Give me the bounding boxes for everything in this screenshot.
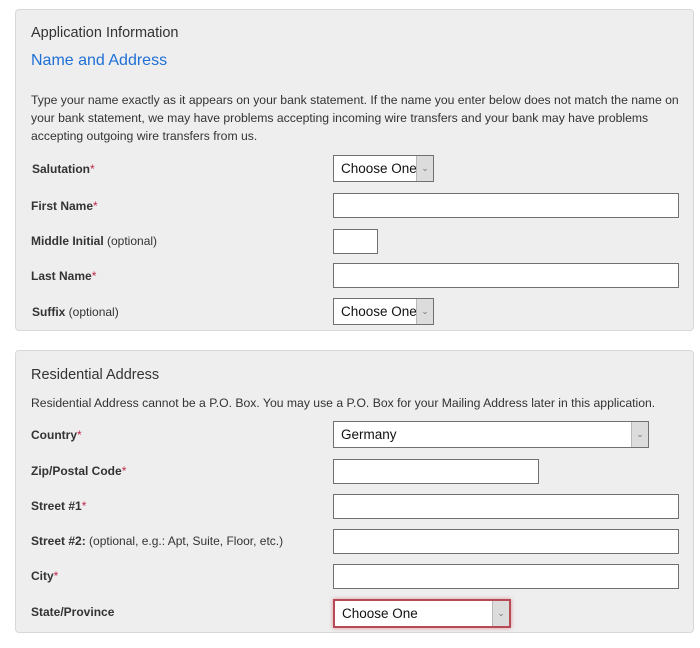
residential-address-panel: Residential Address Residential Address … (15, 350, 694, 633)
name-and-address-heading: Name and Address (31, 52, 168, 69)
state-value: Choose One (342, 606, 418, 621)
section-heading: Application Information (31, 25, 179, 41)
chevron-down-icon[interactable]: ⌄ (631, 422, 648, 447)
suffix-value: Choose One (341, 304, 417, 319)
zip-label: Zip/Postal Code* (31, 464, 127, 478)
middle-initial-input[interactable] (333, 229, 378, 254)
middle-initial-label: Middle Initial (optional) (31, 234, 158, 248)
state-select[interactable]: Choose One ⌄ (333, 599, 511, 628)
salutation-label: Salutation* (32, 162, 95, 176)
country-select[interactable]: Germany ⌄ (333, 421, 649, 448)
first-name-input[interactable] (333, 193, 679, 218)
city-label: City* (31, 569, 59, 583)
state-label: State/Province (31, 605, 115, 619)
suffix-label: Suffix (optional) (32, 305, 119, 319)
chevron-down-icon[interactable]: ⌄ (416, 299, 433, 324)
salutation-select[interactable]: Choose One ⌄ (333, 155, 434, 182)
street2-input[interactable] (333, 529, 679, 554)
last-name-input[interactable] (333, 263, 679, 288)
street1-input[interactable] (333, 494, 679, 519)
chevron-down-icon[interactable]: ⌄ (492, 601, 509, 626)
residential-address-heading: Residential Address (31, 367, 160, 383)
first-name-label: First Name* (31, 199, 98, 213)
application-information-panel: Application Information Name and Address… (15, 9, 694, 331)
instructions-text: Type your name exactly as it appears on … (31, 93, 679, 143)
chevron-down-icon[interactable]: ⌄ (416, 156, 433, 181)
po-box-note: Residential Address cannot be a P.O. Box… (31, 396, 656, 410)
zip-input[interactable] (333, 459, 539, 484)
city-input[interactable] (333, 564, 679, 589)
street1-label: Street #1* (31, 499, 87, 513)
salutation-value: Choose One (341, 161, 417, 176)
country-label: Country* (31, 428, 82, 442)
last-name-label: Last Name* (31, 269, 97, 283)
country-value: Germany (341, 427, 397, 442)
suffix-select[interactable]: Choose One ⌄ (333, 298, 434, 325)
street2-label: Street #2: (optional, e.g.: Apt, Suite, … (31, 534, 284, 548)
